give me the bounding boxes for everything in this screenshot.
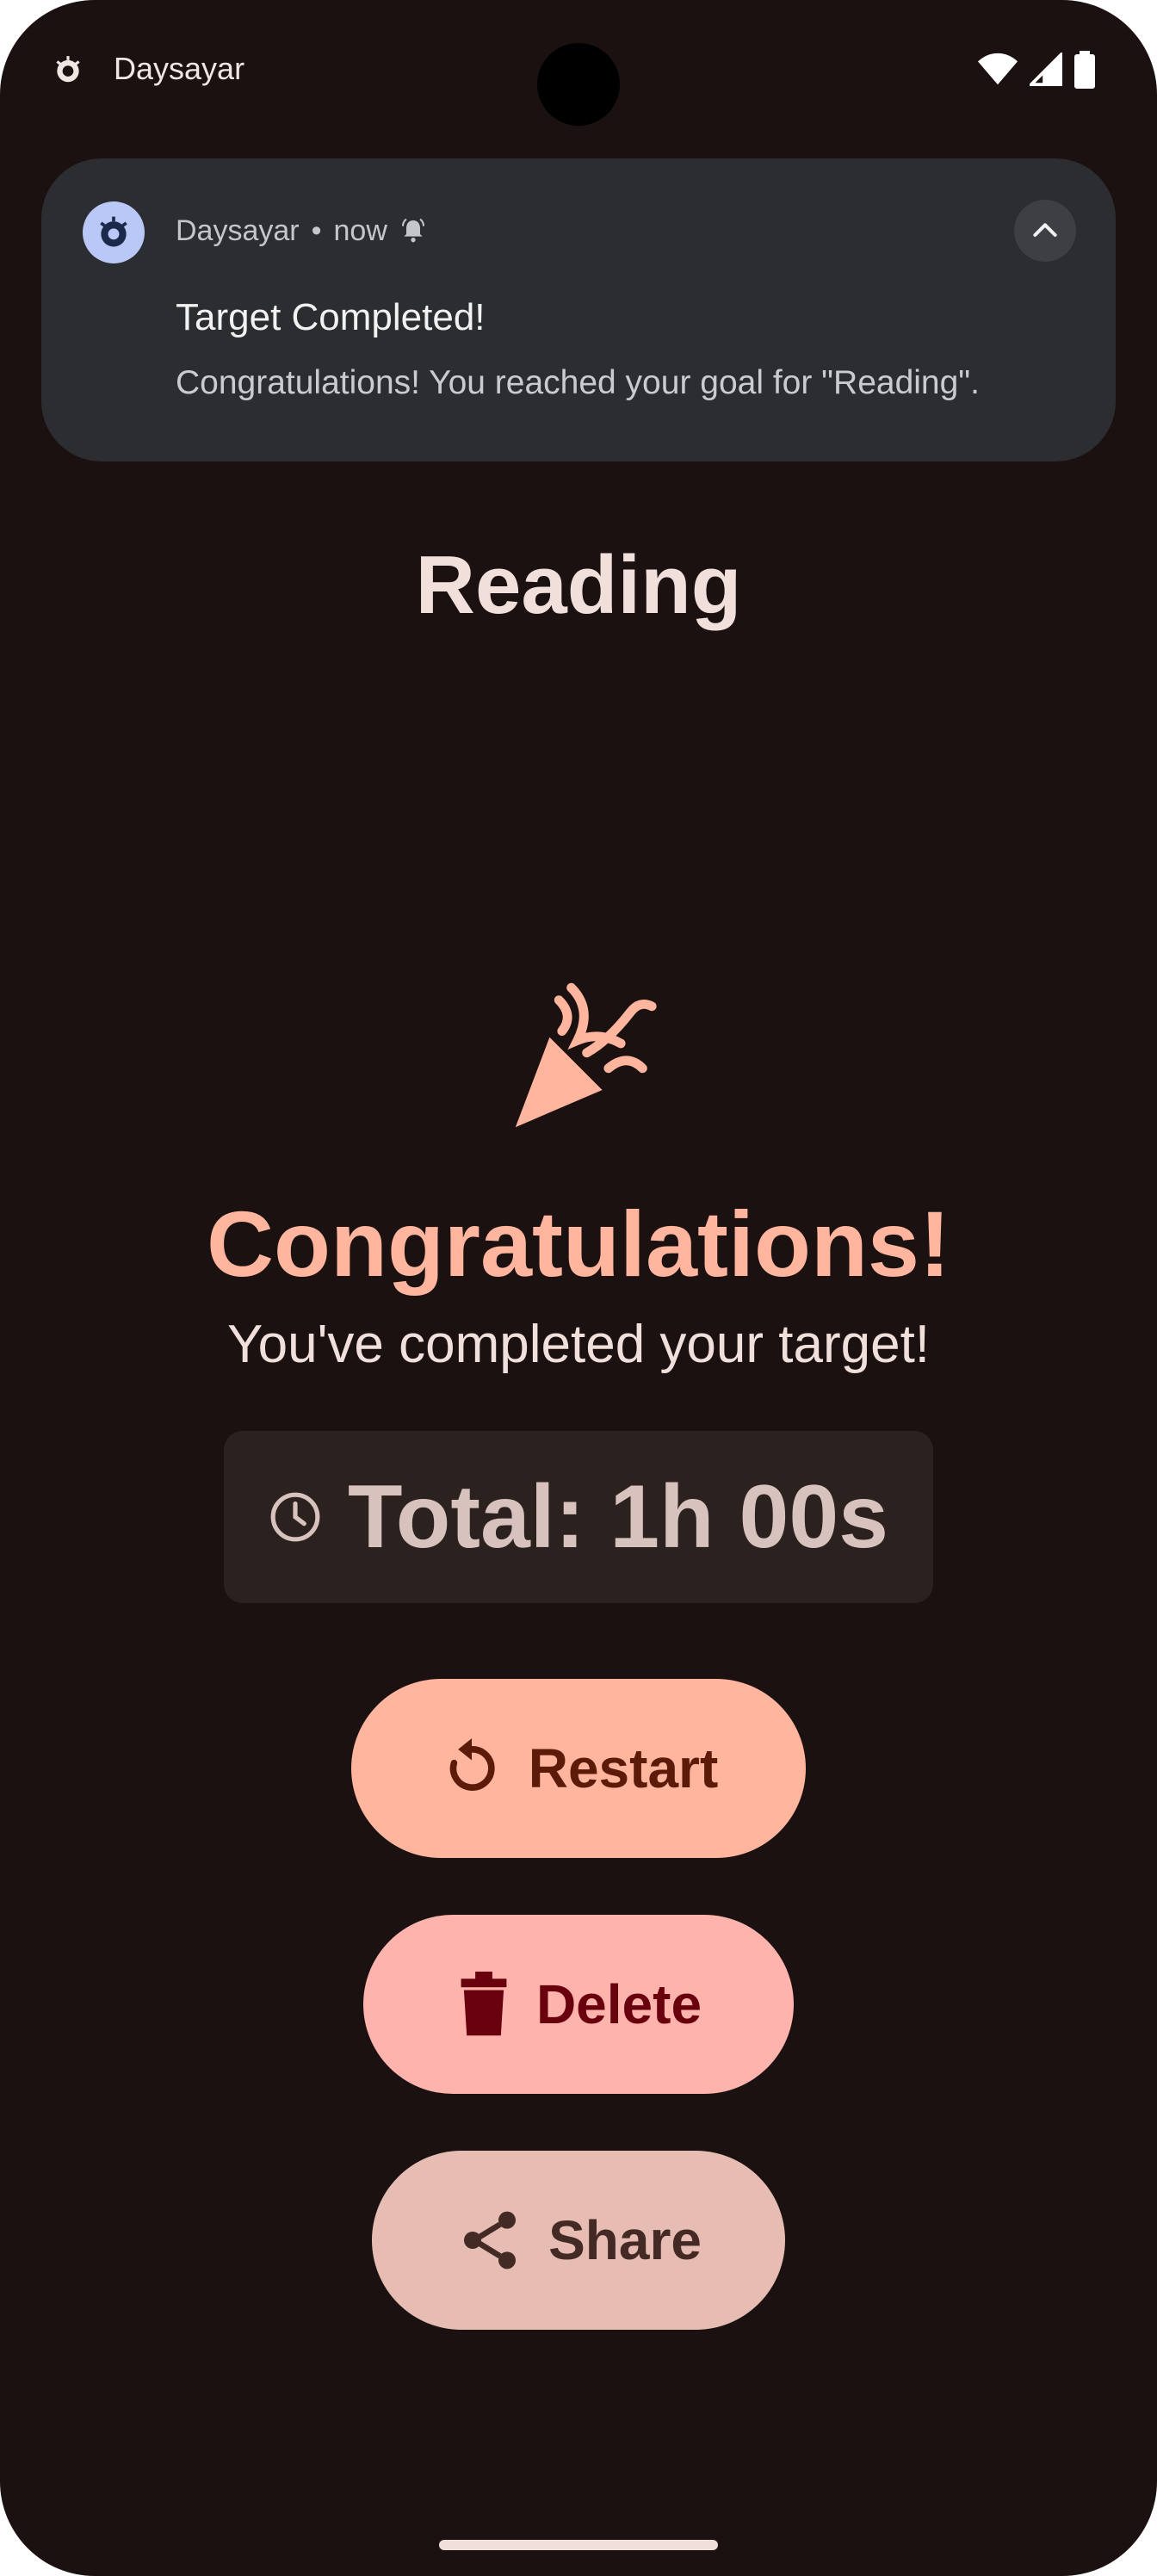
battery-icon: [1074, 51, 1095, 89]
restart-button[interactable]: Restart: [351, 1679, 806, 1858]
home-indicator[interactable]: [439, 2540, 718, 2550]
app-icon: [56, 56, 80, 83]
clock-icon: [270, 1492, 320, 1542]
notification-time: now: [333, 214, 387, 247]
delete-label: Delete: [535, 1973, 702, 2035]
notification-header: Daysayar • now: [176, 212, 427, 250]
status-bar: Daysayar: [0, 0, 1157, 138]
congratulations-heading: Congratulations!: [207, 1192, 950, 1296]
notification-separator: •: [311, 214, 322, 247]
restart-icon: [449, 1738, 495, 1791]
notification-collapse-button[interactable]: [1014, 200, 1076, 262]
notification-title: Target Completed!: [176, 296, 486, 338]
app-avatar-icon: [83, 201, 145, 263]
camera-cutout: [537, 43, 620, 126]
party-popper-icon: [515, 982, 657, 1128]
delete-button[interactable]: Delete: [363, 1915, 794, 2094]
page-title: Reading: [415, 539, 742, 631]
status-app-name: Daysayar: [114, 51, 245, 86]
wifi-icon: [978, 53, 1018, 85]
restart-label: Restart: [528, 1737, 719, 1799]
notification-body: Congratulations! You reached your goal f…: [176, 364, 980, 401]
status-icons: [978, 48, 1095, 91]
bell-icon: [401, 218, 424, 243]
notification-app-name: Daysayar: [176, 214, 300, 247]
total-time-box: Total: 1h 00s: [224, 1431, 933, 1603]
completion-subtitle: You've completed your target!: [226, 1315, 931, 1374]
total-time-text: Total: 1h 00s: [347, 1467, 888, 1567]
chevron-up-icon: [1033, 223, 1057, 237]
notification-card[interactable]: Daysayar • now Target Completed! Congrat…: [41, 158, 1116, 461]
share-icon: [464, 2211, 517, 2269]
share-label: Share: [548, 2209, 702, 2271]
share-button[interactable]: Share: [372, 2151, 785, 2330]
trash-icon: [461, 1972, 507, 2036]
signal-icon: [1030, 53, 1062, 86]
phone-screen: Daysayar Daysayar • now Target Completed…: [0, 0, 1157, 2576]
